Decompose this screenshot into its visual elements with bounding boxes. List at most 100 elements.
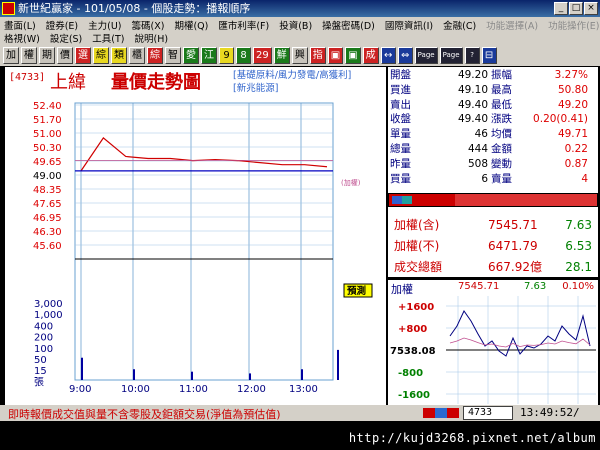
menu-item[interactable]: 說明(H) [134, 31, 168, 45]
toolbar-button[interactable]: 智 [165, 47, 181, 64]
toolbar-button[interactable]: 8 [236, 47, 251, 64]
volume-bar [301, 369, 303, 380]
toolbar-button[interactable]: ↔ [380, 47, 396, 64]
price-tick: 48.35 [33, 185, 62, 196]
toolbar-button[interactable]: 權 [21, 47, 37, 64]
toolbar-button[interactable]: 成 [362, 47, 379, 64]
index-value: 6471.79 [488, 239, 538, 253]
toolbar-button[interactable]: 29 [253, 47, 272, 64]
quote-value: 49.40 [457, 113, 488, 126]
menu-item[interactable]: 投資(B) [279, 18, 312, 32]
menu-item[interactable]: 格視(W) [4, 31, 40, 45]
price-tick: 52.40 [33, 101, 62, 112]
quote-row: 收盤 49.40 漲跌 0.20(0.41) [388, 113, 598, 126]
index-value: 7545.71 [488, 218, 538, 232]
toolbar-button[interactable]: 綜 [93, 47, 109, 64]
menu-item[interactable]: 主力(U) [88, 18, 121, 32]
quote-value: 50.80 [557, 83, 588, 96]
toolbar-button[interactable]: Page [439, 47, 463, 64]
toolbar-button[interactable]: ? [464, 47, 480, 64]
quote-label: 收盤 [390, 113, 411, 126]
menu-item[interactable]: 金融(C) [443, 18, 476, 32]
status-indicator [423, 408, 459, 418]
toolbar-button[interactable]: 鮮 [273, 47, 290, 64]
toolbar-button[interactable]: 綜 [147, 47, 163, 64]
price-lines [75, 137, 333, 172]
quote-label: 買進 [390, 83, 411, 96]
mini-tick: -800 [398, 368, 423, 379]
mini-chart-header: 加權 7545.71 7.63 0.10% [388, 281, 598, 296]
window-title: 新世紀贏家 - 101/05/08 - 個股走勢：播報順序 [18, 2, 251, 15]
index-change: 7.63 [565, 218, 592, 232]
title-bar: 新世紀贏家 - 101/05/08 - 個股走勢：播報順序 _ □ × [0, 0, 600, 17]
quote-value: 508 [467, 157, 488, 170]
menu-item[interactable]: 期權(Q) [174, 18, 208, 32]
close-button[interactable]: × [584, 2, 598, 15]
quote-label: 變動 [491, 157, 512, 170]
quote-value: 49.10 [457, 83, 488, 96]
toolbar: 加權期價選綜類櫃綜智愛江 9 8 29 鮮興指 ▣ ▣ 成 ↔ ⇔ Page Page? ⊟ [0, 45, 600, 66]
toolbar-button[interactable]: ▣ [345, 47, 361, 64]
quote-row: 開盤 49.20 振幅 3.27% [388, 69, 598, 82]
watermark-url: http://kujd3268.pixnet.net/album [348, 431, 596, 445]
toolbar-button[interactable]: 選 [75, 47, 91, 64]
quote-label: 漲跌 [491, 113, 512, 126]
menu-item[interactable]: 功能選擇(A) [486, 18, 538, 32]
menu-item[interactable]: 匯市利率(F) [218, 18, 269, 32]
chart-grid [74, 102, 334, 381]
toolbar-button[interactable]: 指 [309, 47, 326, 64]
quote-label: 均價 [491, 128, 512, 141]
quote-row: 賣出 49.40 最低 49.20 [388, 99, 598, 112]
toolbar-button[interactable]: Page [414, 47, 438, 64]
price-tick: 46.95 [33, 213, 62, 224]
menu-item[interactable]: 設定(S) [50, 31, 82, 45]
mini-tick: +800 [398, 324, 427, 335]
toolbar-button[interactable]: ▣ [327, 47, 344, 64]
time-tick: 12:00 [237, 384, 266, 395]
quote-value: 3.27% [554, 69, 588, 81]
toolbar-button[interactable]: 櫃 [129, 47, 145, 64]
toolbar-button[interactable]: 期 [39, 47, 55, 64]
toolbar-button[interactable]: ⇔ [397, 47, 413, 64]
toolbar-button[interactable]: 江 [201, 47, 217, 64]
toolbar-button[interactable]: ⊟ [481, 47, 497, 64]
quote-label: 金額 [491, 143, 512, 155]
menu-item[interactable]: 操盤密碼(D) [322, 18, 375, 32]
price-tick: 51.00 [33, 129, 62, 140]
volume-bar [191, 371, 193, 380]
index-label: 加權(含) [394, 218, 440, 232]
volume-bar [337, 349, 339, 380]
index-summary: 加權(含) 7545.71 7.63 加權(不) 6471.79 6.53 成交… [394, 215, 594, 278]
quote-value: 46 [474, 128, 488, 141]
volume-axis: 3,0001,0004002001005015張 [34, 299, 63, 388]
volume-bar [249, 373, 251, 380]
menu-item[interactable]: 工具(T) [92, 31, 124, 45]
toolbar-button[interactable]: 類 [111, 47, 127, 64]
app-icon [2, 2, 15, 15]
mini-tick: 7538.08 [390, 346, 436, 357]
quote-value: 49.20 [557, 98, 588, 111]
maximize-button[interactable]: □ [569, 2, 583, 15]
menu-item[interactable]: 籌碼(X) [132, 18, 165, 32]
minimize-button[interactable]: _ [554, 2, 568, 15]
index-mini-chart: +1600 +800 7538.08 -800 -1600 [388, 296, 598, 404]
toolbar-button[interactable]: 興 [291, 47, 308, 64]
volume-tick: 3,000 [34, 299, 63, 310]
price-tick: 45.60 [33, 241, 62, 252]
stock-code-input[interactable]: 4733 [463, 406, 513, 420]
toolbar-button[interactable]: 愛 [183, 47, 199, 64]
toolbar-button[interactable]: 價 [57, 47, 73, 64]
toolbar-button[interactable]: 9 [219, 47, 234, 64]
menu-item[interactable]: 證券(E) [46, 18, 78, 32]
menu-item[interactable]: 畫面(L) [4, 18, 36, 32]
mini-tick: +1600 [398, 302, 434, 313]
volume-tick: 200 [34, 333, 53, 344]
menu-item[interactable]: 功能操作(E) [548, 18, 599, 32]
quote-value: 0.20(0.41) [533, 113, 588, 126]
menu-item[interactable]: 國際資訊(I) [385, 18, 433, 32]
quote-row: 買進 49.10 最高 50.80 [388, 84, 598, 97]
toolbar-button[interactable]: 加 [3, 47, 19, 64]
watermark-bar: http://kujd3268.pixnet.net/album [0, 421, 600, 450]
quote-value: 444 [467, 143, 488, 155]
quote-value: 0.22 [564, 143, 588, 155]
